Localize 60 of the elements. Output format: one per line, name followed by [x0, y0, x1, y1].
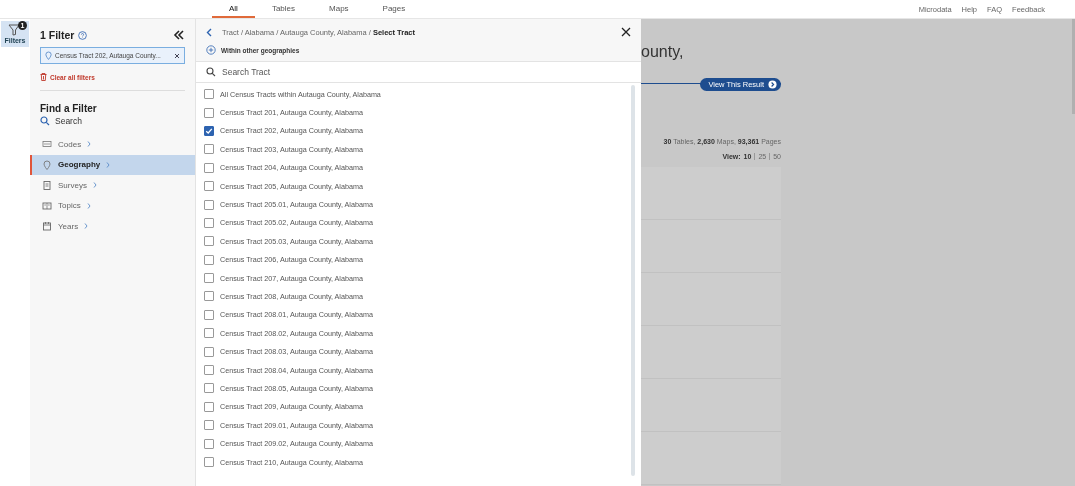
checkbox[interactable]	[204, 254, 214, 265]
close-icon	[174, 52, 180, 59]
checkbox[interactable]	[204, 309, 214, 320]
barcode-icon	[42, 139, 52, 149]
calendar-icon	[42, 221, 52, 231]
filter-category-item[interactable]: Topics	[30, 195, 195, 216]
filter-count-title: 1 Filter	[40, 29, 75, 41]
chevron-right-icon	[106, 161, 111, 168]
filter-category-item[interactable]: Geography	[30, 154, 195, 175]
location-pin-icon	[45, 51, 52, 60]
help-icon[interactable]	[78, 30, 88, 40]
checkbox[interactable]	[204, 291, 214, 302]
checkbox[interactable]	[204, 89, 214, 100]
checkbox[interactable]	[204, 383, 214, 394]
chevron-right-icon	[86, 202, 91, 209]
filter-category-item[interactable]: Years	[30, 216, 195, 236]
checkbox[interactable]	[204, 144, 214, 155]
checkbox[interactable]	[204, 346, 214, 357]
chevron-right-icon	[87, 141, 92, 147]
remove-filter-button[interactable]	[174, 52, 180, 59]
collapse-button[interactable]	[173, 30, 185, 40]
close-button[interactable]	[621, 27, 631, 37]
clipboard-icon	[42, 180, 52, 190]
scrollbar[interactable]	[631, 85, 635, 476]
search-icon	[40, 116, 50, 126]
checkbox[interactable]	[204, 107, 214, 118]
checkbox[interactable]	[204, 181, 214, 192]
checkbox[interactable]	[204, 365, 214, 376]
trash-icon	[40, 73, 47, 81]
checkbox[interactable]	[204, 401, 214, 412]
checkbox[interactable]	[204, 217, 214, 228]
checkbox[interactable]	[204, 199, 214, 210]
plus-circle-icon	[206, 45, 216, 55]
checkbox[interactable]	[204, 125, 214, 136]
page-heading: ounty,	[641, 43, 684, 61]
checkbox[interactable]	[204, 236, 214, 247]
location-pin-icon	[42, 159, 52, 170]
checkbox[interactable]	[204, 420, 214, 431]
checkbox[interactable]	[204, 273, 214, 284]
filter-category-item[interactable]: Codes	[30, 134, 195, 154]
checkbox[interactable]	[204, 162, 214, 173]
close-icon	[621, 27, 631, 37]
book-icon	[42, 200, 52, 211]
chevron-right-icon	[84, 223, 89, 229]
checkmark-icon	[205, 126, 213, 135]
checkbox[interactable]	[204, 457, 214, 467]
back-button[interactable]	[206, 27, 212, 37]
filter-category-item[interactable]: Surveys	[30, 175, 195, 195]
checkbox[interactable]	[204, 328, 214, 339]
chevron-right-icon	[92, 182, 97, 188]
checkbox[interactable]	[204, 438, 214, 449]
find-filter-heading: Find a Filter	[40, 103, 98, 114]
back-chevron-icon	[206, 27, 212, 37]
double-chevron-icon	[173, 30, 185, 40]
nav-tab[interactable]: Tables	[254, 0, 312, 18]
nav-tab[interactable]: Pages	[365, 0, 423, 18]
nav-tab[interactable]: Maps	[312, 0, 366, 18]
arrow-circle-icon	[768, 80, 777, 89]
filter-search-link[interactable]: Search	[40, 116, 82, 126]
search-icon	[206, 67, 216, 77]
